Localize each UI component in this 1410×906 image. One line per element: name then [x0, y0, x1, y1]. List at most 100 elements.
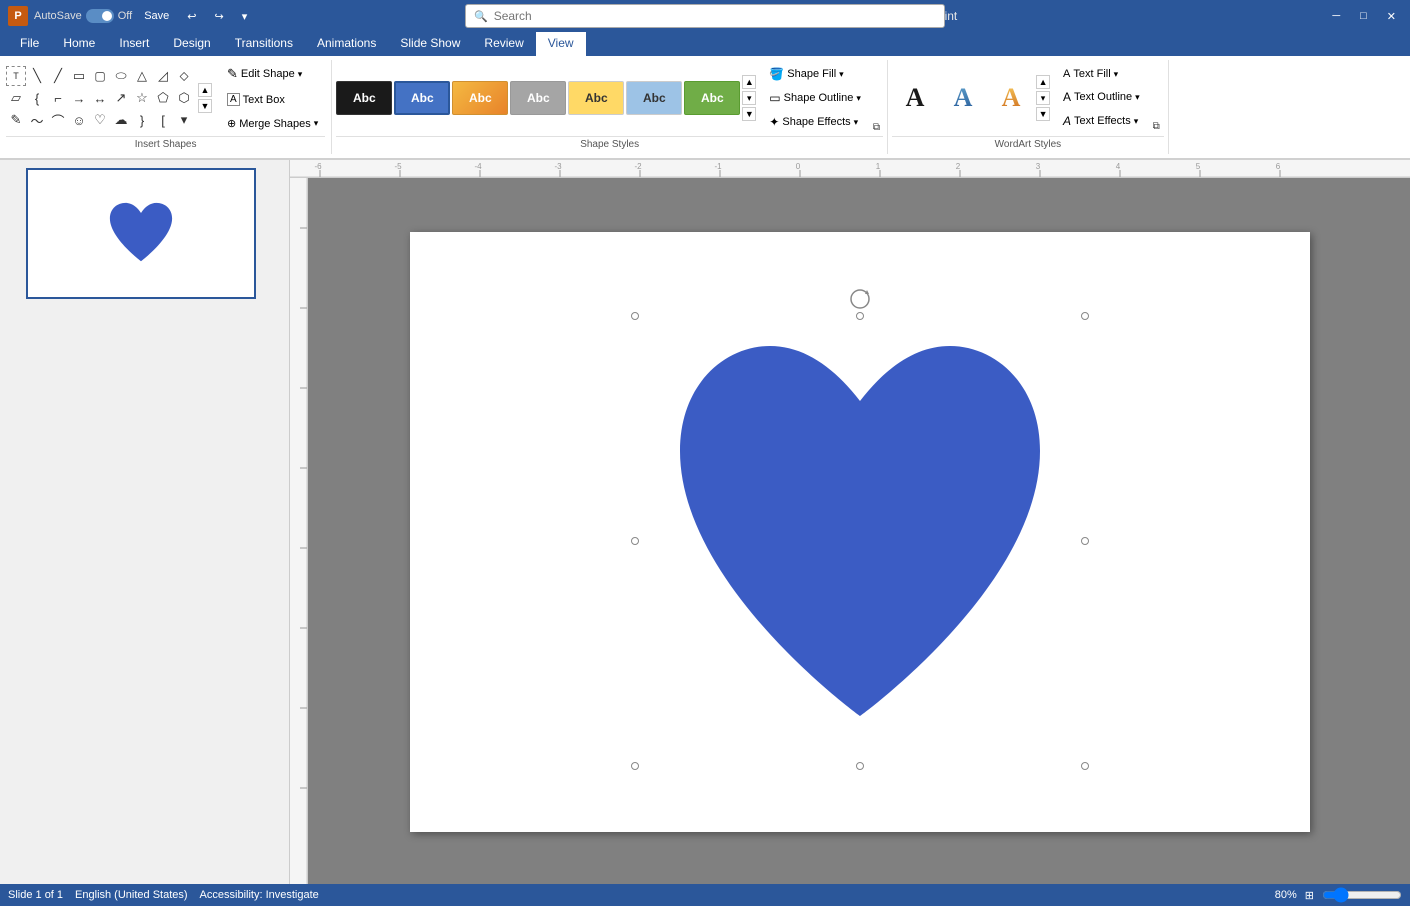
- tab-design[interactable]: Design: [161, 32, 222, 56]
- zoom-slider[interactable]: [1322, 888, 1402, 902]
- scroll-expand-styles[interactable]: ▾: [742, 91, 756, 105]
- smiley-tool[interactable]: ☺: [69, 110, 89, 130]
- star-tool[interactable]: ☆: [132, 88, 152, 108]
- heart-shape-container[interactable]: [635, 316, 1085, 766]
- handle-mid-left[interactable]: [631, 537, 639, 545]
- scroll-up-wordart[interactable]: ▲: [1036, 75, 1050, 89]
- shape-fill-button[interactable]: 🪣 Shape Fill ▾: [762, 63, 868, 85]
- parallelogram-tool[interactable]: ▱: [6, 88, 26, 108]
- brace2-tool[interactable]: }: [132, 110, 152, 130]
- search-bar[interactable]: 🔍: [465, 4, 945, 28]
- tab-file[interactable]: File: [8, 32, 51, 56]
- svg-text:2: 2: [956, 162, 961, 171]
- diamond-tool[interactable]: ⬦: [174, 66, 194, 86]
- scroll-down-shapes[interactable]: ▼: [198, 99, 212, 113]
- fit-button[interactable]: ⊞: [1305, 889, 1314, 902]
- text-box-button[interactable]: A Text Box: [220, 89, 325, 110]
- shape-style-yellow[interactable]: Abc: [568, 81, 624, 115]
- slide-thumb-content: [28, 170, 254, 297]
- cloud-tool[interactable]: ☁: [111, 110, 131, 130]
- wordart-black[interactable]: A: [892, 78, 938, 118]
- shape-style-gray[interactable]: Abc: [510, 81, 566, 115]
- text-effects-button[interactable]: A Text Effects ▾: [1056, 110, 1147, 132]
- handle-top-center[interactable]: [856, 312, 864, 320]
- customize-button[interactable]: ▾: [236, 8, 254, 25]
- line-tool[interactable]: ╲: [27, 66, 47, 86]
- slide-thumbnail[interactable]: [26, 168, 256, 299]
- arc-tool[interactable]: ⌒: [48, 110, 68, 130]
- rounded-rect-tool[interactable]: ▢: [90, 66, 110, 86]
- edit-shape-button[interactable]: ✎ Edit Shape ▾: [220, 62, 325, 86]
- connector-tool[interactable]: ⌐: [48, 88, 68, 108]
- merge-shapes-button[interactable]: ⊕ Merge Shapes ▾: [220, 113, 325, 134]
- tab-insert[interactable]: Insert: [107, 32, 161, 56]
- text-outline-button[interactable]: A Text Outline ▾: [1056, 86, 1147, 108]
- text-box-tool[interactable]: T: [6, 66, 26, 86]
- brace-tool[interactable]: {: [27, 88, 47, 108]
- curved-arrow-tool[interactable]: ↗: [111, 88, 131, 108]
- tab-slideshow[interactable]: Slide Show: [388, 32, 472, 56]
- shape-style-dark[interactable]: Abc: [336, 81, 392, 115]
- oval-tool[interactable]: ⬭: [111, 66, 131, 86]
- text-fill-button[interactable]: A Text Fill ▾: [1056, 64, 1147, 84]
- handle-top-left[interactable]: [631, 312, 639, 320]
- save-button[interactable]: Save: [138, 8, 175, 24]
- status-bar-right: 80% ⊞: [1275, 888, 1402, 902]
- triangle-tool[interactable]: △: [132, 66, 152, 86]
- shape-style-blue[interactable]: Abc: [394, 81, 450, 115]
- ruler-horizontal: -6 -5 -4 -3 -2 -1 0 1 2: [290, 160, 1410, 178]
- svg-text:-6: -6: [314, 162, 322, 171]
- more-shapes-btn[interactable]: ▾: [174, 110, 194, 130]
- scroll-expand-wordart[interactable]: ▾: [1036, 91, 1050, 105]
- handle-bottom-right[interactable]: [1081, 762, 1089, 770]
- scribble-tool[interactable]: 〜: [27, 110, 47, 130]
- close-button[interactable]: ✕: [1381, 8, 1402, 25]
- autosave-toggle[interactable]: [86, 9, 114, 23]
- scroll-down-wordart[interactable]: ▼: [1036, 107, 1050, 121]
- rect-tool[interactable]: ▭: [69, 66, 89, 86]
- arrow-tool[interactable]: →: [69, 88, 89, 108]
- search-input[interactable]: [494, 9, 936, 23]
- shape-outline-button[interactable]: ▭ Shape Outline ▾: [762, 87, 868, 109]
- slide-thumb-inner: [28, 170, 254, 297]
- heart-tool[interactable]: ♡: [90, 110, 110, 130]
- handle-top-right[interactable]: [1081, 312, 1089, 320]
- tab-home[interactable]: Home: [51, 32, 107, 56]
- handle-bottom-left[interactable]: [631, 762, 639, 770]
- format-text-launcher[interactable]: ⧉: [1149, 119, 1164, 134]
- double-arrow-tool[interactable]: ↔: [90, 88, 110, 108]
- shape-effects-button[interactable]: ✦ Shape Effects ▾: [762, 111, 868, 133]
- undo-button[interactable]: ↩: [181, 8, 202, 25]
- shape-style-orange[interactable]: Abc: [452, 81, 508, 115]
- svg-text:6: 6: [1276, 162, 1281, 171]
- handle-mid-right[interactable]: [1081, 537, 1089, 545]
- format-shape-launcher[interactable]: ⧉: [870, 121, 883, 134]
- shape-style-green[interactable]: Abc: [684, 81, 740, 115]
- tab-view[interactable]: View: [536, 32, 586, 56]
- handle-bottom-center[interactable]: [856, 762, 864, 770]
- wordart-scroll: ▲ ▾ ▼: [1036, 73, 1050, 123]
- tab-transitions[interactable]: Transitions: [223, 32, 305, 56]
- wordart-blue[interactable]: A: [940, 78, 986, 118]
- rtriangle-tool[interactable]: ◿: [153, 66, 173, 86]
- shape-style-swatches: Abc Abc Abc Abc Abc: [336, 81, 740, 115]
- tab-review[interactable]: Review: [472, 32, 535, 56]
- slide-page[interactable]: [410, 232, 1310, 832]
- scroll-down-styles[interactable]: ▼: [742, 107, 756, 121]
- rotate-handle[interactable]: [849, 288, 871, 310]
- shape-style-lightblue[interactable]: Abc: [626, 81, 682, 115]
- freeform-tool[interactable]: ✎: [6, 110, 26, 130]
- insert-shapes-body: T ╲ ╱ ▭ ▢ ⬭ △ ◿ ⬦ ▱ { ⌐: [6, 62, 325, 134]
- wordart-orange[interactable]: A: [988, 78, 1034, 118]
- minimize-button[interactable]: ─: [1326, 8, 1346, 24]
- scroll-up-styles[interactable]: ▲: [742, 75, 756, 89]
- scroll-up-shapes[interactable]: ▲: [198, 83, 212, 97]
- redo-button[interactable]: ↪: [208, 8, 229, 25]
- maximize-button[interactable]: □: [1354, 8, 1373, 24]
- heart-svg[interactable]: [635, 316, 1085, 766]
- line-tool2[interactable]: ╱: [48, 66, 68, 86]
- hexagon-tool[interactable]: ⬡: [174, 88, 194, 108]
- tab-animations[interactable]: Animations: [305, 32, 388, 56]
- bracket-tool[interactable]: [: [153, 110, 173, 130]
- pentagon-tool[interactable]: ⬠: [153, 88, 173, 108]
